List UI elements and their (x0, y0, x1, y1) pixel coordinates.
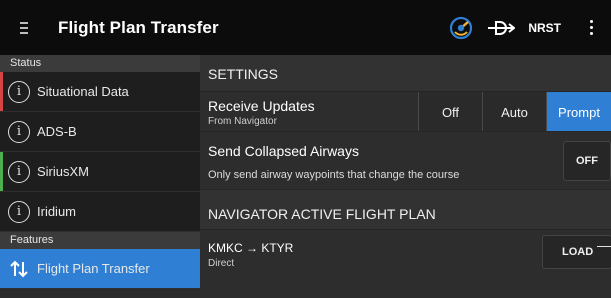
load-indicator-line (597, 246, 611, 247)
sidebar-item-label: SiriusXM (37, 164, 90, 179)
top-app-bar: Flight Plan Transfer NRST (0, 0, 611, 55)
nearest-button[interactable]: NRST (528, 21, 561, 35)
alert-stripe (0, 72, 3, 111)
active-flight-plan-row: KMKC → KTYR Direct LOAD (200, 229, 611, 298)
info-icon: i (8, 160, 30, 183)
collapsed-airways-row: Send Collapsed Airways Only send airway … (200, 131, 611, 189)
collapsed-airways-title: Send Collapsed Airways (208, 143, 359, 159)
sidebar-item-situational-data[interactable]: i Situational Data (0, 72, 200, 112)
top-actions: NRST (448, 0, 611, 55)
features-section-header: Features (0, 232, 200, 249)
sidebar: Status i Situational Data i ADS-B i Siri… (0, 55, 200, 298)
sidebar-item-label: Iridium (37, 204, 77, 219)
sidebar-item-ads-b[interactable]: i ADS-B (0, 112, 200, 152)
sidebar-item-label: Flight Plan Transfer (37, 261, 150, 276)
direct-to-icon[interactable] (486, 18, 516, 38)
sidebar-item-flight-plan-transfer[interactable]: Flight Plan Transfer (0, 249, 200, 289)
sidebar-item-iridium[interactable]: i Iridium (0, 192, 200, 232)
status-section-header: Status (0, 55, 200, 72)
receive-updates-row: Receive Updates From Navigator Off Auto … (200, 91, 611, 132)
info-icon: i (8, 200, 30, 223)
hamburger-icon[interactable] (4, 0, 44, 55)
option-prompt-button[interactable]: Prompt (546, 92, 611, 132)
settings-header: SETTINGS (200, 55, 611, 91)
collapsed-airways-subtitle: Only send airway waypoints that change t… (208, 169, 460, 181)
option-auto-button[interactable]: Auto (482, 92, 546, 132)
transfer-arrows-icon (8, 258, 30, 280)
option-off-button[interactable]: Off (418, 92, 482, 132)
page-title: Flight Plan Transfer (58, 17, 219, 37)
sidebar-item-label: ADS-B (37, 124, 77, 139)
ok-stripe (0, 152, 3, 191)
load-button[interactable]: LOAD (542, 235, 611, 269)
navigator-header: NAVIGATOR ACTIVE FLIGHT PLAN (200, 189, 611, 229)
main-panel: SETTINGS Receive Updates From Navigator … (200, 55, 611, 298)
more-vertical-icon[interactable] (579, 20, 603, 35)
sidebar-item-label: Situational Data (37, 84, 129, 99)
info-icon: i (8, 120, 30, 143)
collapsed-airways-toggle[interactable]: OFF (563, 141, 611, 181)
sidebar-item-siriusxm[interactable]: i SiriusXM (0, 152, 200, 192)
receive-updates-segmented-control: Off Auto Prompt (418, 92, 611, 132)
connectivity-status-icon[interactable] (448, 15, 474, 41)
info-icon: i (8, 80, 30, 103)
